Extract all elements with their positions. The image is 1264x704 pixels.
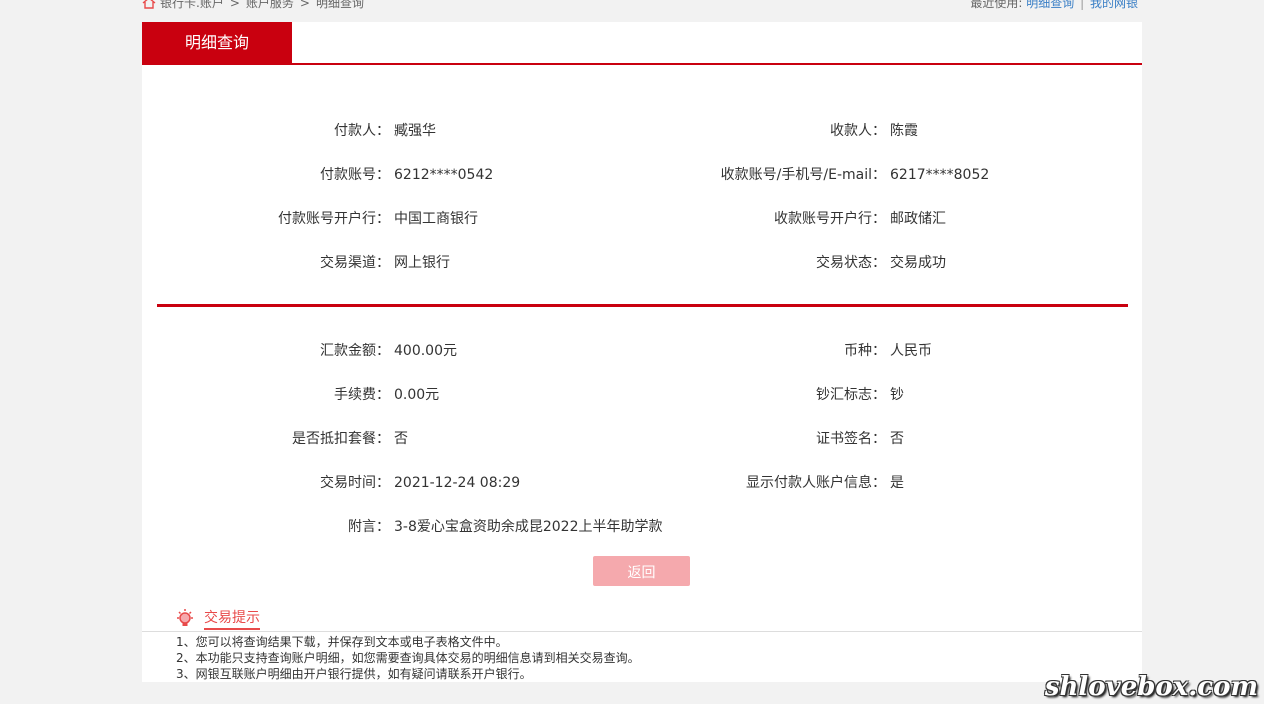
payee-label: 收款人：: [830, 123, 886, 139]
fee-label: 手续费：: [334, 387, 390, 403]
payer-account-value: 6212****0542: [394, 167, 494, 183]
tips-title: 交易提示: [204, 607, 260, 630]
tips-list: 1、您可以将查询结果下载，并保存到文本或电子表格文件中。 2、本功能只支持查询账…: [176, 634, 640, 682]
top-bar: 银行卡.账户 > 账户服务 > 明细查询 最近使用: 明细查询 | 我的网银: [142, 0, 1142, 14]
show-payer-field: 显示付款人账户信息：: [642, 473, 886, 493]
time-value: 2021-12-24 08:29: [394, 475, 521, 491]
payee-bank-value-box: 邮政储汇: [890, 209, 1130, 229]
currency-value: 人民币: [890, 343, 932, 359]
payer-value: 臧强华: [394, 123, 436, 139]
breadcrumb-separator: >: [229, 0, 240, 10]
package-deduct-label: 是否抵扣套餐：: [292, 431, 390, 447]
payer-bank-field: 付款账号开户行：: [142, 209, 390, 229]
breadcrumb-item-card-account[interactable]: 银行卡.账户: [160, 0, 224, 11]
cash-flag-field: 钞汇标志：: [642, 385, 886, 405]
breadcrumb-separator: >: [299, 0, 310, 10]
cert-sign-label: 证书签名：: [816, 431, 886, 447]
tab-detail-query[interactable]: 明细查询: [142, 22, 292, 63]
fee-value: 0.00元: [394, 387, 440, 403]
payee-bank-value: 邮政储汇: [890, 211, 946, 227]
memo-value: 3-8爱心宝盒资助余成昆2022上半年助学款: [394, 519, 663, 535]
tips-divider: [142, 631, 1142, 632]
payer-label: 付款人：: [334, 123, 390, 139]
package-deduct-value: 否: [394, 431, 408, 447]
amount-value: 400.00元: [394, 343, 457, 359]
channel-label: 交易渠道：: [320, 255, 390, 271]
recent-link-my-ebank[interactable]: 我的网银: [1090, 0, 1138, 10]
recent-divider: |: [1080, 0, 1085, 10]
time-label: 交易时间：: [320, 475, 390, 491]
payee-bank-label: 收款账号开户行：: [774, 211, 886, 227]
tip-item: 3、网银互联账户明细由开户银行提供，如有疑问请联系开户银行。: [176, 667, 532, 681]
currency-field: 币种：: [642, 341, 886, 361]
amount-label: 汇款金额：: [320, 343, 390, 359]
payee-account-value: 6217****8052: [890, 167, 990, 183]
recent-link-detail-query[interactable]: 明细查询: [1026, 0, 1074, 10]
show-payer-label: 显示付款人账户信息：: [746, 475, 886, 491]
memo-label: 附言：: [348, 519, 390, 535]
detail-panel: 明细查询 付款人： 臧强华 付款账号： 6212****0542 付款账号开户行…: [142, 22, 1142, 682]
payee-value: 陈霞: [890, 123, 918, 139]
cert-sign-value: 否: [890, 431, 904, 447]
tips-section: 交易提示 1、您可以将查询结果下载，并保存到文本或电子表格文件中。 2、本功能只…: [142, 602, 1142, 682]
payer-account-field: 付款账号：: [142, 165, 390, 185]
home-icon[interactable]: [142, 0, 156, 9]
cash-flag-value: 钞: [890, 387, 904, 403]
watermark: shlovebox.com: [1044, 672, 1258, 702]
status-field: 交易状态：: [642, 253, 886, 273]
payee-field: 收款人：: [642, 121, 886, 141]
back-button[interactable]: 返回: [593, 556, 690, 586]
payee-bank-field: 收款账号开户行：: [642, 209, 886, 229]
currency-value-box: 人民币: [890, 341, 1130, 361]
tip-item: 2、本功能只支持查询账户明细，如您需要查询具体交易的明细信息请到相关交易查询。: [176, 651, 640, 665]
payer-account-label: 付款账号：: [320, 167, 390, 183]
lightbulb-icon: [174, 608, 196, 630]
recent-label: 最近使用:: [970, 0, 1023, 10]
section-divider: [157, 304, 1128, 307]
cert-sign-field: 证书签名：: [642, 429, 886, 449]
channel-value: 网上银行: [394, 255, 450, 271]
status-label: 交易状态：: [816, 255, 886, 271]
recent-used: 最近使用: 明细查询 | 我的网银: [970, 0, 1138, 11]
show-payer-value: 是: [890, 475, 904, 491]
payer-field: 付款人：: [142, 121, 390, 141]
payee-account-value-box: 6217****8052: [890, 165, 1130, 185]
status-value: 交易成功: [890, 255, 946, 271]
payee-account-field: 收款账号/手机号/E-mail：: [642, 165, 886, 185]
cash-flag-value-box: 钞: [890, 385, 1130, 405]
channel-field: 交易渠道：: [142, 253, 390, 273]
payee-account-label: 收款账号/手机号/E-mail：: [720, 167, 886, 183]
show-payer-value-box: 是: [890, 473, 1130, 493]
tip-item: 1、您可以将查询结果下载，并保存到文本或电子表格文件中。: [176, 635, 508, 649]
cash-flag-label: 钞汇标志：: [816, 387, 886, 403]
package-deduct-field: 是否抵扣套餐：: [142, 429, 390, 449]
cert-sign-value-box: 否: [890, 429, 1130, 449]
amount-field: 汇款金额：: [142, 341, 390, 361]
payee-value-box: 陈霞: [890, 121, 1130, 141]
currency-label: 币种：: [844, 343, 886, 359]
breadcrumb: 银行卡.账户 > 账户服务 > 明细查询: [142, 0, 364, 11]
time-field: 交易时间：: [142, 473, 390, 493]
breadcrumb-item-account-service[interactable]: 账户服务: [246, 0, 294, 11]
tips-header: 交易提示: [174, 607, 260, 630]
status-value-box: 交易成功: [890, 253, 1130, 273]
memo-field: 附言：: [142, 517, 390, 537]
fee-field: 手续费：: [142, 385, 390, 405]
payer-bank-value: 中国工商银行: [394, 211, 478, 227]
memo-value-box: 3-8爱心宝盒资助余成昆2022上半年助学款: [394, 517, 894, 537]
breadcrumb-item-detail-query[interactable]: 明细查询: [316, 0, 364, 11]
tab-bar: 明细查询: [142, 22, 1142, 65]
payer-bank-label: 付款账号开户行：: [278, 211, 390, 227]
